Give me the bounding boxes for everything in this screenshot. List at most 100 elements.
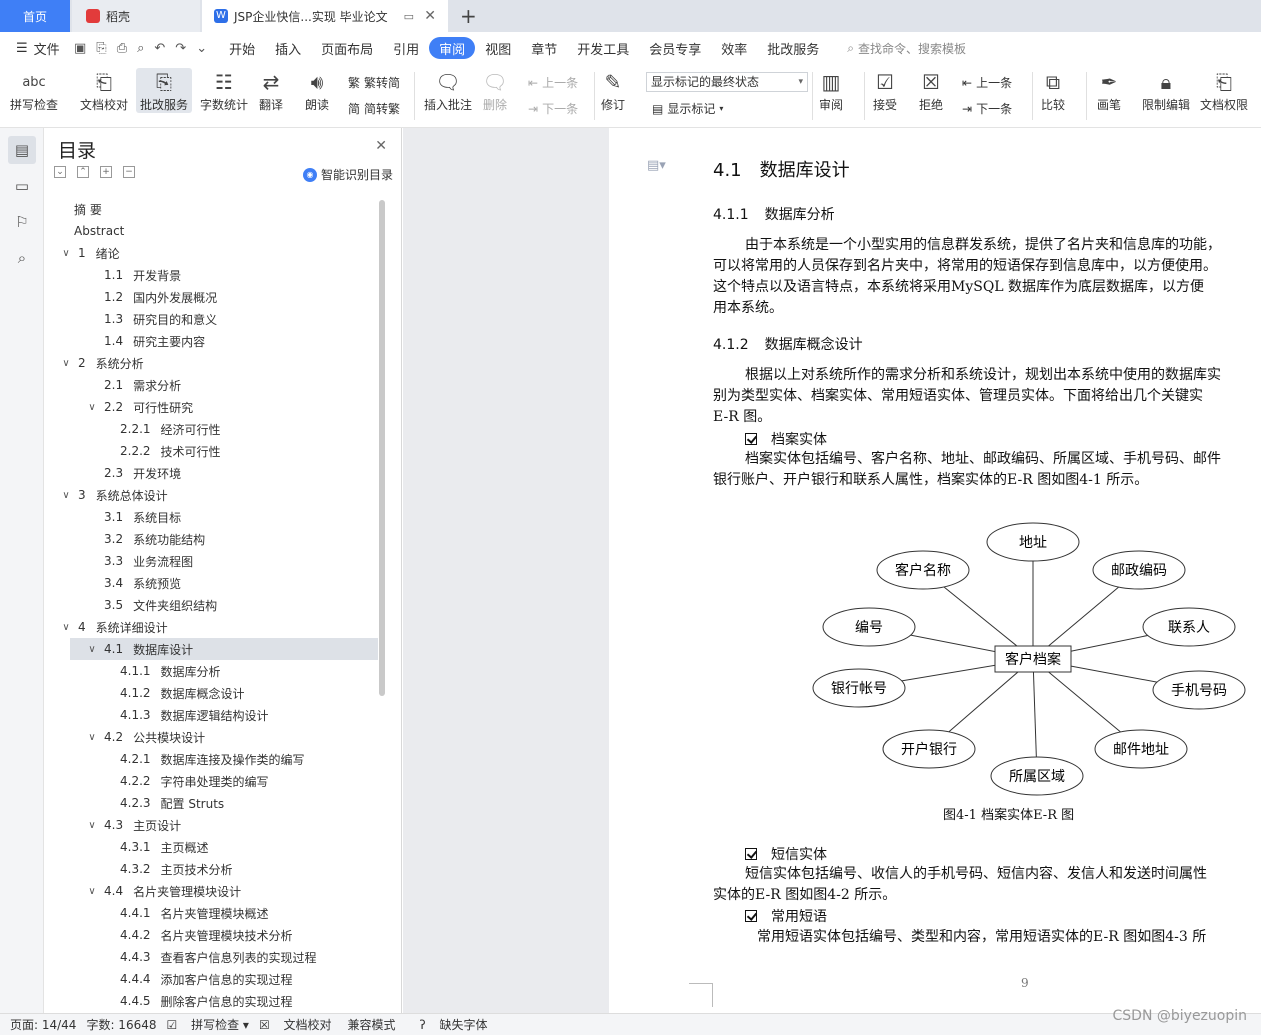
delete-comment-button[interactable]: 🗨︎ 删除 [482,68,508,113]
toc-item[interactable]: 3.3 业务流程图 [44,550,378,572]
menu-tab[interactable]: 开发工具 [567,37,639,59]
chevron-down-icon[interactable]: ∨ [86,886,98,897]
tab-daoke[interactable]: 稻壳 [72,0,200,32]
chevron-down-icon[interactable]: ∨ [86,732,98,743]
toc-item[interactable]: 4.1.3 数据库逻辑结构设计 [44,704,378,726]
tab-home[interactable]: 首页 [0,0,70,32]
toc-item[interactable]: 3.2 系统功能结构 [44,528,378,550]
toc-item[interactable]: 4.2.3 配置 Struts [44,792,378,814]
paragraph-options-icon[interactable]: ▤▾ [647,158,666,173]
print-icon[interactable]: ⎙ [117,41,127,56]
chevron-down-icon[interactable]: ∨ [60,358,72,369]
menu-tab[interactable]: 会员专享 [639,37,711,59]
toc-item[interactable]: ∨ 4.4 名片夹管理模块设计 [44,880,378,902]
export-icon[interactable]: ⎘ [96,41,106,56]
spell-check-toggle[interactable]: ☑ 拼写检查 ▾ [167,1016,249,1033]
insert-comment-button[interactable]: 🗨︎ 插入批注 [424,68,472,113]
to-traditional-button[interactable]: 繁繁转简 [348,74,400,91]
toc-item[interactable]: ∨ 4.2 公共模块设计 [44,726,378,748]
smart-toc-button[interactable]: ◉ 智能识别目录 [302,166,393,183]
show-markup-button[interactable]: ▤ 显示标记 ▾ [652,100,723,117]
toc-item[interactable]: 摘 要 [44,198,378,220]
menu-tab[interactable]: 批改服务 [757,37,829,59]
menu-tab[interactable]: 视图 [475,37,521,59]
restrict-editing-button[interactable]: 🔒︎ 限制编辑 [1142,68,1190,113]
toc-item[interactable]: 4.1.2 数据库概念设计 [44,682,378,704]
grade-service-button[interactable]: ⎘ 批改服务 [136,68,193,113]
accept-button[interactable]: ☑ 接受 [872,68,898,113]
menu-tab[interactable]: 审阅 [429,37,476,59]
compare-button[interactable]: ⧉ 比较 [1040,68,1066,113]
toc-item[interactable]: 1.4 研究主要内容 [44,330,378,352]
toc-panel-icon[interactable]: ▤ [8,136,36,164]
tab-close-icon[interactable]: ✕ [424,8,436,24]
navigation-icon[interactable]: ▭ [8,172,36,200]
file-menu[interactable]: ☰ 文件 [0,39,74,58]
toc-item[interactable]: 4.1.1 数据库分析 [44,660,378,682]
toc-scrollbar[interactable] [379,200,385,696]
doc-proof-status[interactable]: ☒ 文档校对 [259,1016,332,1033]
document-page[interactable]: ▤▾ 4.1 数据库设计 4.1.1 数据库分析 由于本系统是一个小型实用的信息群发… [609,128,1261,1013]
missing-font-button[interactable]: ʔ 缺失字体 [420,1016,488,1033]
command-search[interactable]: ⌕ 查找命令、搜索模板 [847,40,966,57]
read-aloud-button[interactable]: 🔊︎ 朗读 [304,68,330,113]
toc-item[interactable]: 4.4.5 删除客户信息的实现过程 [44,990,378,1012]
toc-item[interactable]: 4.3.2 主页技术分析 [44,858,378,880]
collapse-icon[interactable]: ⌄ [54,166,66,178]
translate-button[interactable]: ⇄ 翻译 [258,68,284,113]
toc-item[interactable]: 1.2 国内外发展概况 [44,286,378,308]
markup-state-select[interactable]: 显示标记的最终状态 ▾ [646,72,808,92]
toc-item[interactable]: ∨ 2.2 可行性研究 [44,396,378,418]
new-tab-icon[interactable]: + [460,4,477,28]
toc-item[interactable]: ∨ 4 系统详细设计 [44,616,378,638]
toc-item[interactable]: 2.2.2 技术可行性 [44,440,378,462]
tab-document[interactable]: W JSP企业快信...实现 毕业论文 ▭ ✕ [202,0,448,32]
chevron-down-icon[interactable]: ∨ [60,622,72,633]
page-indicator[interactable]: 页面: 14/44 [10,1016,76,1033]
minus-icon[interactable]: − [123,166,135,178]
word-count-button[interactable]: ☷ 字数统计 [200,68,248,113]
tab-window-icon[interactable]: ▭ [404,10,414,23]
prev-change-button[interactable]: ⇤ 上一条 [962,74,1012,91]
toc-item[interactable]: 4.4.4 添加客户信息的实现过程 [44,968,378,990]
doc-rights-button[interactable]: ⎗ 文档权限 [1200,68,1248,113]
search-icon[interactable]: ⌕ [8,244,36,272]
toc-item[interactable]: 3.1 系统目标 [44,506,378,528]
toc-item[interactable]: 2.2.1 经济可行性 [44,418,378,440]
chevron-down-icon[interactable]: ∨ [86,644,98,655]
chevron-down-icon[interactable]: ∨ [86,820,98,831]
toc-item[interactable]: 3.4 系统预览 [44,572,378,594]
spell-check-button[interactable]: abc 拼写检查 [10,68,58,113]
menu-tab[interactable]: 页面布局 [311,37,383,59]
chevron-down-icon[interactable]: ∨ [60,490,72,501]
toc-item[interactable]: 2.1 需求分析 [44,374,378,396]
review-pane-button[interactable]: ▥ 审阅 [818,68,844,113]
menu-tab[interactable]: 章节 [521,37,567,59]
pen-button[interactable]: ✒ 画笔 [1096,68,1122,113]
word-count-indicator[interactable]: 字数: 16648 [86,1016,156,1033]
toc-item[interactable]: 3.5 文件夹组织结构 [44,594,378,616]
toc-item[interactable]: ∨ 1 绪论 [44,242,378,264]
close-icon[interactable]: ✕ [375,138,387,154]
toc-item[interactable]: 2.3 开发环境 [44,462,378,484]
toc-item[interactable]: 4.3.1 主页概述 [44,836,378,858]
toc-item[interactable]: ∨ 4.3 主页设计 [44,814,378,836]
bookmark-icon[interactable]: ⚐ [8,208,36,236]
next-comment-button[interactable]: ⇥ 下一条 [528,100,578,117]
undo-icon[interactable]: ↶ [154,41,165,56]
menu-tab[interactable]: 引用 [383,37,429,59]
toc-item[interactable]: ∨ 2 系统分析 [44,352,378,374]
reject-button[interactable]: ☒ 拒绝 [918,68,944,113]
track-changes-button[interactable]: ✎ 修订 [600,68,626,113]
doc-proof-button[interactable]: ⎗ 文档校对 [80,68,128,113]
toc-item[interactable]: ∨ 3 系统总体设计 [44,484,378,506]
save-icon[interactable]: ▣ [74,41,86,56]
toc-item[interactable]: 4.2.1 数据库连接及操作类的编写 [44,748,378,770]
expand-icon[interactable]: ⌃ [77,166,89,178]
menu-tab[interactable]: 效率 [711,37,757,59]
menu-tab[interactable]: 开始 [219,37,265,59]
toc-item[interactable]: 1.1 开发背景 [44,264,378,286]
toc-item[interactable]: 4.4.2 名片夹管理模块技术分析 [44,924,378,946]
redo-icon[interactable]: ↷ [175,41,186,56]
chevron-down-icon[interactable]: ∨ [60,248,72,259]
